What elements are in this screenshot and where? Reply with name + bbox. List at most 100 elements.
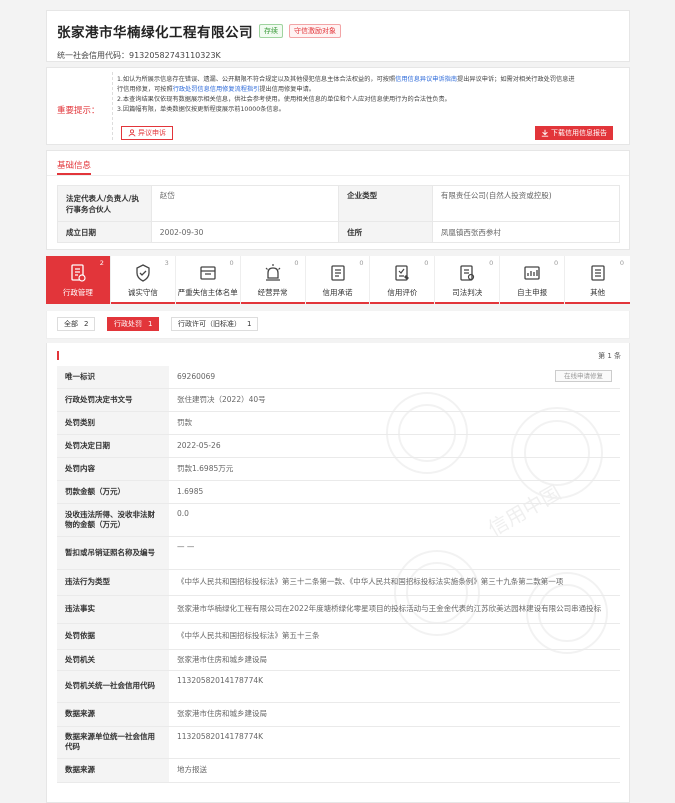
focus-badge: 守信激励对象 — [289, 24, 341, 38]
notice-line2: 行信用修复，可按照 — [117, 86, 173, 93]
tab-judgment[interactable]: 0 司法判决 — [435, 256, 501, 304]
table-key: 企业类型 — [338, 185, 433, 222]
record-value: 张家港市住房和城乡建设局 — [169, 649, 620, 671]
record-marker — [57, 351, 59, 360]
status-badge: 存续 — [259, 24, 283, 38]
record-key: 数据来源单位统一社会信用代码 — [57, 726, 169, 759]
table-row: 暂扣或吊销证照名称及编号 — — — [57, 536, 620, 570]
credit-repair-guide-link[interactable]: 行政处罚信息信用修复流程指引 — [173, 86, 260, 93]
filter-admin-penalty[interactable]: 行政处罚 1 — [107, 317, 160, 331]
declaration-icon — [524, 266, 540, 280]
notice-line4: 3.因篇幅有限，单类数据仅按更新程度展示前10000条信息。 — [117, 106, 285, 113]
record-value: 张家港市住房和城乡建设局 — [169, 702, 620, 727]
record-value: 2022-05-26 — [169, 434, 620, 458]
table-key: 住所 — [338, 221, 433, 243]
record-key: 违法事实 — [57, 595, 169, 624]
notice-line1-tail: 提出异议申诉；如需对相关行政处罚信息进 — [457, 76, 575, 83]
tab-admin[interactable]: 2 行政管理 — [46, 256, 111, 304]
notice-line1: 1.如认为所展示信息存在错误、遗漏、公开期限不符合规定以及其他侵犯信息主体合法权… — [117, 76, 396, 83]
blacklist-icon — [200, 266, 216, 280]
basic-info-table: 法定代表人/负责人/执行事务合伙人 赵岱 企业类型 有限责任公司(自然人投资或控… — [57, 185, 621, 243]
table-row: 处罚类别 罚款 — [57, 411, 620, 435]
tab-label: 自主申报 — [517, 288, 548, 297]
record-key: 唯一标识 — [57, 366, 169, 389]
tab-evaluation[interactable]: 0 信用评价 — [370, 256, 436, 304]
filter-all[interactable]: 全部 2 — [57, 317, 96, 331]
tab-abnormal[interactable]: 0 经营异常 — [241, 256, 306, 304]
sub-filters: 全部 2 行政处罚 1 行政许可（旧标准） 1 — [46, 311, 630, 339]
tab-honesty[interactable]: 3 诚实守信 — [111, 256, 176, 304]
record-key: 处罚内容 — [57, 457, 169, 481]
commitment-icon — [330, 265, 345, 281]
tab-label: 诚实守信 — [127, 288, 158, 297]
tab-label: 司法判决 — [452, 288, 483, 297]
table-row: 没收违法所得、没收非法财物的金额（万元） 0.0 — [57, 503, 620, 537]
tab-count: 0 — [359, 259, 364, 267]
tab-label: 信用评价 — [387, 288, 418, 297]
tab-count: 0 — [424, 259, 429, 267]
table-row: 处罚机关 张家港市住房和城乡建设局 — [57, 649, 620, 671]
section-divider — [47, 175, 629, 176]
record-key: 罚款金额（万元） — [57, 480, 169, 504]
basic-info-section: 基础信息 法定代表人/负责人/执行事务合伙人 赵岱 企业类型 有限责任公司(自然… — [46, 150, 630, 250]
category-tabs: 2 行政管理 3 诚实守信 0 严重失信主体名单 0 经营异常 0 信用承诺 0… — [46, 256, 630, 304]
important-notice: 重要提示： 1.如认为所展示信息存在错误、遗漏、公开期限不符合规定以及其他侵犯信… — [46, 67, 630, 145]
tab-commitment[interactable]: 0 信用承诺 — [306, 256, 371, 304]
table-row: 数据来源单位统一社会信用代码 11320582014178774K — [57, 726, 620, 759]
table-row: 违法行为类型 《中华人民共和国招标投标法》第三十二条第一款、《中华人民共和国招标投… — [57, 569, 620, 596]
record-value: 地方报送 — [169, 758, 620, 783]
table-row: 行政处罚决定书文号 张住建罚决（2022）40号 — [57, 388, 620, 412]
table-row: 成立日期 2002-09-30 住所 凤凰镇西张西参村 — [57, 221, 621, 243]
table-value: 赵岱 — [150, 185, 340, 222]
download-report-button[interactable]: 下载信用信息报告 — [535, 126, 613, 140]
record-key: 行政处罚决定书文号 — [57, 388, 169, 412]
record-value: 罚款 — [169, 411, 620, 435]
filter-admin-license[interactable]: 行政许可（旧标准） 1 — [171, 317, 259, 331]
tab-count: 0 — [619, 259, 625, 267]
table-row: 违法事实 张家港市华楠绿化工程有限公司在2022年度塘桥绿化零星项目的投标活动与王… — [57, 595, 620, 624]
record-value: 11320582014178774K — [169, 670, 620, 703]
credit-code-label: 统一社会信用代码： — [57, 51, 129, 60]
tab-blacklist[interactable]: 0 严重失信主体名单 — [176, 256, 241, 304]
tab-count: 0 — [553, 259, 559, 267]
online-repair-button[interactable]: 在线申请修复 — [555, 370, 612, 382]
table-row: 数据来源 张家港市住房和城乡建设局 — [57, 702, 620, 727]
record-value-text: 69260069 — [177, 371, 216, 381]
table-value: 2002-09-30 — [150, 221, 340, 243]
alarm-icon — [265, 264, 281, 281]
table-row: 处罚依据 《中华人民共和国招标投标法》第五十三条 — [57, 623, 620, 650]
objection-guide-link[interactable]: 信用信息异议申诉指南 — [395, 76, 457, 83]
notice-label: 重要提示： — [57, 106, 100, 116]
filter-count: 1 — [148, 320, 153, 328]
tab-count: 0 — [229, 259, 234, 267]
objection-button[interactable]: 异议申诉 — [121, 126, 173, 140]
credit-code-row: 统一社会信用代码：91320582743110323K — [57, 50, 619, 61]
record-key: 处罚决定日期 — [57, 434, 169, 458]
filter-count: 1 — [247, 320, 252, 328]
filter-count: 2 — [84, 320, 89, 328]
record-value: 张住建罚决（2022）40号 — [169, 388, 620, 412]
record-key: 处罚机关统一社会信用代码 — [57, 670, 169, 703]
tab-count: 2 — [99, 259, 104, 267]
record-value: 《中华人民共和国招标投标法》第三十二条第一款、《中华人民共和国招标投标法实施条例… — [169, 569, 620, 596]
filter-label: 行政许可（旧标准） — [178, 320, 241, 328]
record-value: 张家港市华楠绿化工程有限公司在2022年度塘桥绿化零星项目的投标活动与王金金代表… — [169, 595, 620, 624]
objection-button-label: 异议申诉 — [138, 129, 166, 137]
objection-icon — [128, 129, 136, 137]
table-value: 有限责任公司(自然人投资或控股) — [431, 185, 621, 222]
record-key: 处罚机关 — [57, 649, 169, 671]
record-table: 唯一标识 69260069 在线申请修复 行政处罚决定书文号 张住建罚决（2022）4… — [57, 366, 620, 783]
tab-declaration[interactable]: 0 自主申报 — [500, 256, 566, 304]
tab-count: 0 — [489, 259, 494, 267]
table-row: 处罚机关统一社会信用代码 11320582014178774K — [57, 670, 620, 703]
table-value: 凤凰镇西张西参村 — [431, 221, 621, 243]
table-row: 罚款金额（万元） 1.6985 — [57, 480, 620, 504]
table-row: 数据来源 地方报送 — [57, 758, 620, 783]
company-header: 张家港市华楠绿化工程有限公司 存续 守信激励对象 统一社会信用代码：913205… — [46, 10, 630, 62]
table-row: 唯一标识 69260069 在线申请修复 — [57, 366, 620, 389]
judgment-icon — [460, 265, 475, 281]
tab-other[interactable]: 0 其他 — [565, 256, 630, 304]
record-key: 没收违法所得、没收非法财物的金额（万元） — [57, 503, 169, 537]
record-value: 1.6985 — [169, 480, 620, 504]
tab-count: 3 — [164, 259, 169, 267]
